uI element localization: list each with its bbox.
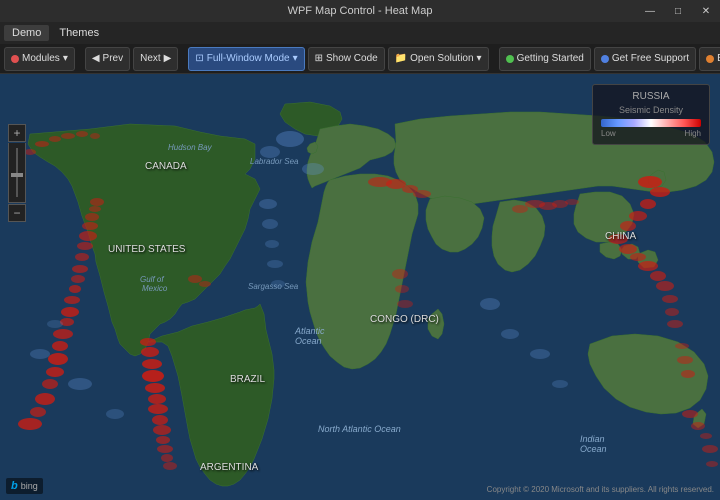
show-code-button[interactable]: ⊞ Show Code [308,47,385,71]
getting-started-icon [506,55,514,63]
gulf-mexico-label: Gulf of [140,275,164,284]
china-label: CHINA [605,231,636,242]
next-button[interactable]: Next ▶ [133,47,178,71]
minimize-button[interactable]: — [636,0,664,22]
bing-text: bing [21,481,38,491]
menu-themes[interactable]: Themes [51,25,107,41]
indian-ocean-label-2: Ocean [580,444,607,454]
menu-bar: Demo Themes [0,22,720,44]
canada-label: CANADA [145,161,187,172]
legend-gradient [601,119,701,127]
getting-started-button[interactable]: Getting Started [499,47,591,71]
copyright-text: Copyright © 2020 Microsoft and its suppl… [487,485,714,494]
atlantic-label-2: Ocean [295,336,322,346]
prev-button[interactable]: ◀ Prev [85,47,130,71]
full-window-mode-button[interactable]: ⊡ Full-Window Mode ▾ [188,47,304,71]
open-solution-button[interactable]: 📁 Open Solution ▾ [388,47,489,71]
support-icon [601,55,609,63]
zoom-thumb [11,173,23,177]
buy-now-button[interactable]: Buy Now [699,47,720,71]
modules-icon [11,55,19,63]
window-controls: — □ ✕ [636,0,720,22]
bing-icon: b [11,480,18,492]
modules-button[interactable]: Modules ▾ [4,47,75,71]
indian-ocean-label: Indian [580,434,605,444]
brazil-label: BRAZIL [230,374,265,385]
labrador-label: Labrador Sea [250,157,299,166]
legend-high: High [685,129,701,138]
hudson-bay-label: Hudson Bay [168,143,213,152]
atlantic-label: Atlantic [294,326,325,336]
us-label: UNITED STATES [108,244,186,255]
get-free-support-button[interactable]: Get Free Support [594,47,696,71]
zoom-out-button[interactable]: − [8,204,26,222]
legend-low: Low [601,129,616,138]
maximize-button[interactable]: □ [664,0,692,22]
sargasso-label: Sargasso Sea [248,282,299,291]
bing-logo: b bing [6,478,43,494]
title-bar: WPF Map Control - Heat Map — □ ✕ [0,0,720,22]
n-atlantic-label: North Atlantic Ocean [318,424,401,434]
zoom-controls: + − [8,124,26,222]
gulf-mexico-label-2: Mexico [142,284,168,293]
buy-icon [706,55,714,63]
toolbar: Modules ▾ ◀ Prev Next ▶ ⊡ Full-Window Mo… [0,44,720,74]
legend-labels: Low High [601,129,701,138]
map-area[interactable]: CANADA UNITED STATES BRAZIL CHINA ARGENT… [0,74,720,500]
legend-subtitle: Seismic Density [601,105,701,115]
window-title: WPF Map Control - Heat Map [288,5,433,17]
zoom-slider[interactable] [8,143,26,203]
close-button[interactable]: ✕ [692,0,720,22]
congo-label: CONGO (DRC) [370,314,439,325]
zoom-in-button[interactable]: + [8,124,26,142]
argentina-label: ARGENTINA [200,462,259,473]
seismic-legend: RUSSIA Seismic Density Low High [592,84,710,145]
menu-demo[interactable]: Demo [4,25,49,41]
legend-title: RUSSIA [601,91,701,102]
